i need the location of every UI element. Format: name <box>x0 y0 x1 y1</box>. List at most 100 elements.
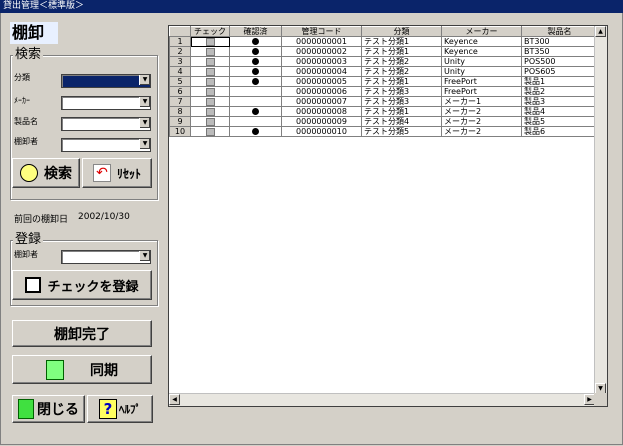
user-select[interactable]: ▼ <box>61 138 151 152</box>
checkbox[interactable] <box>205 97 215 106</box>
row-number[interactable]: 6 <box>169 86 191 97</box>
chevron-down-icon[interactable]: ▼ <box>139 251 150 261</box>
table-row[interactable]: 7 0000000007 テスト分類3 メーカー1 製品3 <box>169 96 598 107</box>
code-cell[interactable]: 0000000007 <box>281 96 362 107</box>
reset-button[interactable]: ↶ ﾘｾｯﾄ <box>82 158 152 188</box>
check-cell[interactable] <box>190 56 230 67</box>
category-cell[interactable]: テスト分類1 <box>361 76 442 87</box>
maker-cell[interactable]: メーカー2 <box>441 126 522 137</box>
table-row[interactable]: 4 0000000004 テスト分類2 Unity POS605 <box>169 66 598 77</box>
product-cell[interactable]: 製品1 <box>521 76 598 87</box>
check-cell[interactable] <box>190 76 230 87</box>
maker-cell[interactable]: FreePort <box>441 86 522 97</box>
row-number[interactable]: 9 <box>169 116 191 127</box>
checkbox[interactable] <box>205 127 215 136</box>
chevron-down-icon[interactable]: ▼ <box>139 97 150 107</box>
maker-cell[interactable]: Unity <box>441 66 522 77</box>
check-cell[interactable] <box>190 66 230 77</box>
product-cell[interactable]: 製品3 <box>521 96 598 107</box>
product-select[interactable]: ▼ <box>61 117 151 131</box>
col-header-check[interactable]: チェック <box>190 26 230 37</box>
checkbox[interactable] <box>205 57 215 66</box>
maker-cell[interactable]: メーカー2 <box>441 116 522 127</box>
category-cell[interactable]: テスト分類3 <box>361 96 442 107</box>
row-number[interactable]: 8 <box>169 106 191 117</box>
inventory-grid[interactable]: チェック 確認済 管理コード 分類 メーカー 製品名 1 0000000001 テス… <box>168 25 608 407</box>
check-cell[interactable] <box>190 86 230 97</box>
product-cell[interactable]: 製品4 <box>521 106 598 117</box>
checkbox[interactable] <box>205 67 215 76</box>
product-cell[interactable]: 製品6 <box>521 126 598 137</box>
col-header-code[interactable]: 管理コード <box>281 26 362 37</box>
check-cell[interactable] <box>190 116 230 127</box>
close-button[interactable]: 閉じる <box>12 395 85 423</box>
col-header-confirmed[interactable]: 確認済 <box>229 26 282 37</box>
checkbox[interactable] <box>205 107 215 116</box>
search-button[interactable]: 検索 <box>12 158 80 188</box>
table-row[interactable]: 10 0000000010 テスト分類5 メーカー2 製品6 <box>169 126 598 137</box>
code-cell[interactable]: 0000000001 <box>281 36 362 47</box>
table-row[interactable]: 1 0000000001 テスト分類1 Keyence BT300 <box>169 36 598 47</box>
row-number[interactable]: 5 <box>169 76 191 87</box>
maker-cell[interactable]: Keyence <box>441 46 522 57</box>
category-select[interactable]: ▼ <box>61 74 151 88</box>
product-cell[interactable]: BT300 <box>521 36 598 47</box>
register-user-select[interactable]: ▼ <box>61 250 151 264</box>
sync-button[interactable]: 同期 <box>12 355 152 384</box>
maker-cell[interactable]: メーカー1 <box>441 96 522 107</box>
row-number[interactable]: 1 <box>169 36 191 47</box>
maker-select[interactable]: ▼ <box>61 96 151 110</box>
maker-cell[interactable]: メーカー2 <box>441 106 522 117</box>
table-row[interactable]: 6 0000000006 テスト分類3 FreePort 製品2 <box>169 86 598 97</box>
category-cell[interactable]: テスト分類4 <box>361 116 442 127</box>
category-cell[interactable]: テスト分類1 <box>361 46 442 57</box>
check-cell[interactable] <box>190 96 230 107</box>
row-number[interactable]: 4 <box>169 66 191 77</box>
product-cell[interactable]: POS605 <box>521 66 598 77</box>
code-cell[interactable]: 0000000008 <box>281 106 362 117</box>
maker-cell[interactable]: Unity <box>441 56 522 67</box>
col-header-product[interactable]: 製品名 <box>521 26 598 37</box>
table-row[interactable]: 3 0000000003 テスト分類2 Unity POS500 <box>169 56 598 67</box>
maker-cell[interactable]: Keyence <box>441 36 522 47</box>
product-cell[interactable]: 製品5 <box>521 116 598 127</box>
vertical-scrollbar[interactable]: ▲ ▼ <box>594 26 607 394</box>
code-cell[interactable]: 0000000003 <box>281 56 362 67</box>
product-cell[interactable]: 製品2 <box>521 86 598 97</box>
code-cell[interactable]: 0000000010 <box>281 126 362 137</box>
category-cell[interactable]: テスト分類1 <box>361 106 442 117</box>
checkbox[interactable] <box>205 37 215 46</box>
chevron-down-icon[interactable]: ▼ <box>139 139 150 149</box>
maker-cell[interactable]: FreePort <box>441 76 522 87</box>
horizontal-scrollbar[interactable]: ◀ ▶ <box>169 393 595 406</box>
code-cell[interactable]: 0000000006 <box>281 86 362 97</box>
col-header-category[interactable]: 分類 <box>361 26 442 37</box>
row-number[interactable]: 2 <box>169 46 191 57</box>
check-cell[interactable] <box>190 126 230 137</box>
chevron-down-icon[interactable]: ▼ <box>139 75 150 85</box>
product-cell[interactable]: BT350 <box>521 46 598 57</box>
chevron-down-icon[interactable]: ▼ <box>139 118 150 128</box>
register-check-button[interactable]: チェックを登録 <box>12 270 152 300</box>
category-cell[interactable]: テスト分類3 <box>361 86 442 97</box>
code-cell[interactable]: 0000000009 <box>281 116 362 127</box>
scroll-up-icon[interactable]: ▲ <box>595 26 606 37</box>
check-cell[interactable] <box>190 36 230 47</box>
code-cell[interactable]: 0000000004 <box>281 66 362 77</box>
check-cell[interactable] <box>190 46 230 57</box>
checkbox[interactable] <box>205 87 215 96</box>
row-number[interactable]: 3 <box>169 56 191 67</box>
category-cell[interactable]: テスト分類2 <box>361 66 442 77</box>
scroll-left-icon[interactable]: ◀ <box>169 394 180 405</box>
table-row[interactable]: 2 0000000002 テスト分類1 Keyence BT350 <box>169 46 598 57</box>
category-cell[interactable]: テスト分類1 <box>361 36 442 47</box>
complete-inventory-button[interactable]: 棚卸完了 <box>12 320 152 347</box>
table-row[interactable]: 8 0000000008 テスト分類1 メーカー2 製品4 <box>169 106 598 117</box>
checkbox[interactable] <box>205 117 215 126</box>
product-cell[interactable]: POS500 <box>521 56 598 67</box>
row-number[interactable]: 10 <box>169 126 191 137</box>
col-header-maker[interactable]: メーカー <box>441 26 522 37</box>
code-cell[interactable]: 0000000002 <box>281 46 362 57</box>
checkbox[interactable] <box>205 47 215 56</box>
table-row[interactable]: 9 0000000009 テスト分類4 メーカー2 製品5 <box>169 116 598 127</box>
